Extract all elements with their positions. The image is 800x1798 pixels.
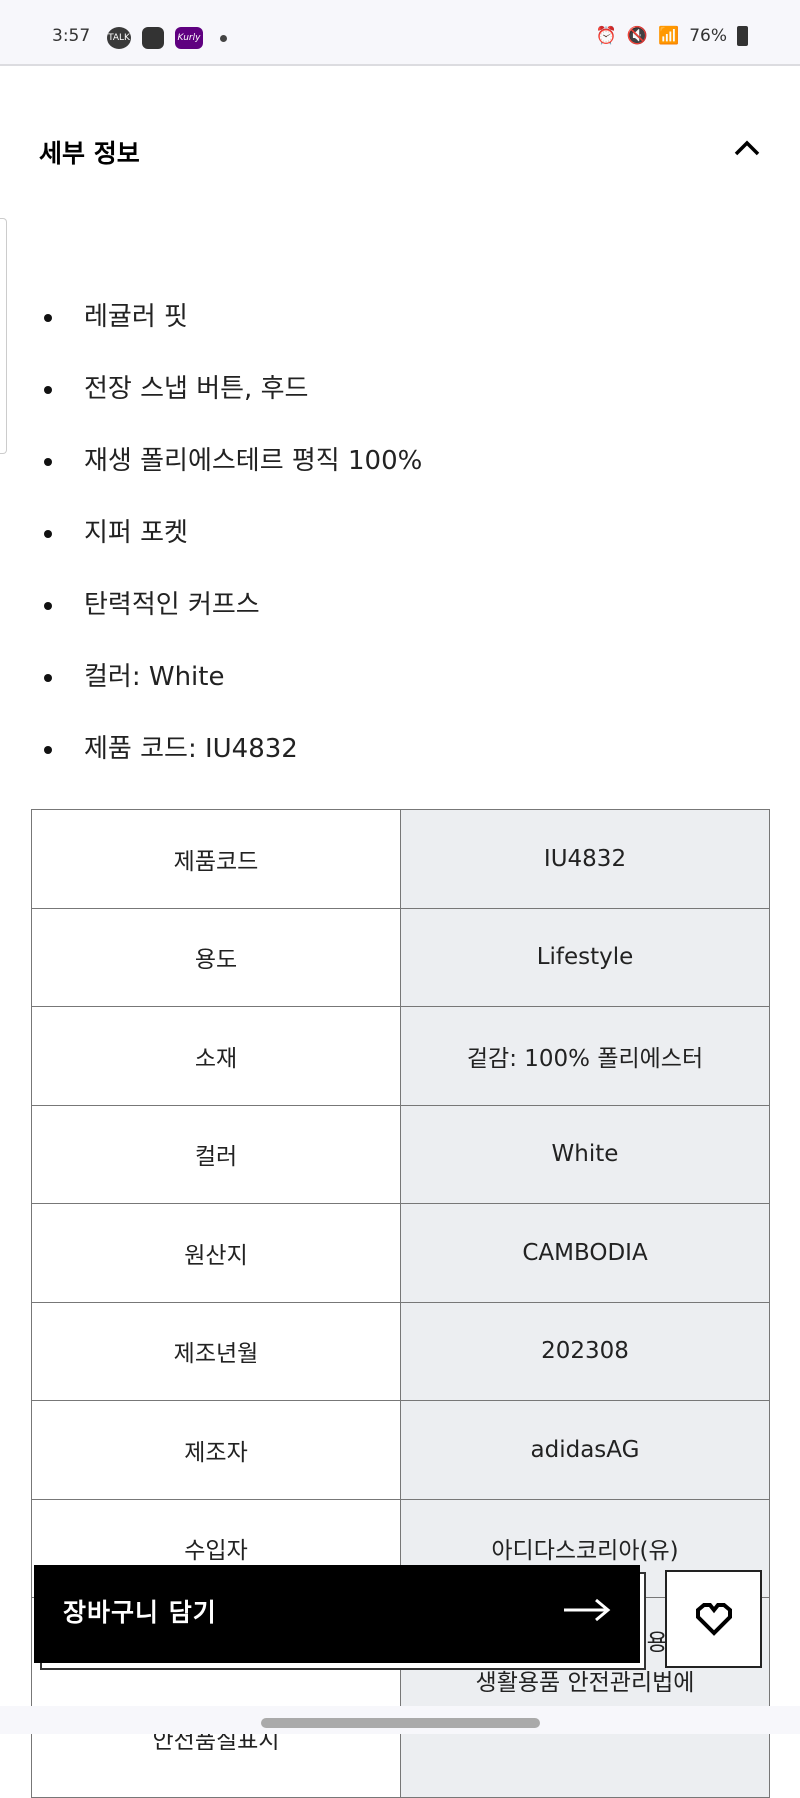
status-time: 3:57 bbox=[52, 26, 91, 46]
spec-label: 소재 bbox=[31, 1006, 401, 1106]
add-to-cart-label: 장바구니 담기 bbox=[63, 1598, 217, 1627]
section-title: 세부 정보 bbox=[39, 139, 140, 168]
list-item: 레귤러 핏 bbox=[44, 296, 188, 333]
spec-label: 컬러 bbox=[31, 1104, 401, 1204]
battery-icon bbox=[737, 26, 748, 46]
alarm-icon: ⏰ bbox=[595, 26, 617, 46]
list-item: 전장 스냅 버튼, 후드 bbox=[44, 368, 308, 405]
list-item: 지퍼 포켓 bbox=[44, 512, 188, 549]
spec-label: 용도 bbox=[31, 907, 401, 1007]
system-nav-bar bbox=[0, 1706, 800, 1734]
table-row: 컬러 White bbox=[31, 1104, 770, 1204]
wifi-icon: 📶 bbox=[658, 26, 680, 46]
spec-value: 202308 bbox=[400, 1301, 770, 1401]
table-row: 제품코드 IU4832 bbox=[31, 809, 770, 909]
table-row: 제조년월 202308 bbox=[31, 1301, 770, 1401]
list-item: 제품 코드: IU4832 bbox=[44, 728, 298, 765]
spec-label: 제조년월 bbox=[31, 1301, 401, 1401]
chevron-up-icon[interactable] bbox=[732, 134, 762, 164]
list-item: 탄력적인 커프스 bbox=[44, 584, 260, 621]
table-row: 제조자 adidasAG bbox=[31, 1400, 770, 1500]
arrow-right-icon bbox=[564, 1598, 611, 1622]
list-item: 재생 폴리에스테르 평직 100% bbox=[44, 440, 422, 477]
kakaotalk-icon: TALK bbox=[107, 27, 131, 49]
heart-icon bbox=[695, 1603, 732, 1636]
mute-icon: 🔇 bbox=[626, 26, 649, 46]
spec-value: CAMBODIA bbox=[400, 1203, 770, 1303]
spec-value: adidasAG bbox=[400, 1400, 770, 1500]
home-handle[interactable] bbox=[261, 1718, 540, 1728]
side-scroll-indicator[interactable] bbox=[0, 218, 7, 454]
battery-level: 76% bbox=[689, 26, 727, 46]
kurly-icon: Kurly bbox=[175, 27, 203, 49]
status-bar: 3:57 TALK Kurly ⏰ 🔇 📶 76% bbox=[0, 0, 800, 66]
spec-value: 겉감: 100% 폴리에스터 bbox=[400, 1006, 770, 1106]
wishlist-button[interactable] bbox=[665, 1570, 762, 1668]
table-row: 소재 겉감: 100% 폴리에스터 bbox=[31, 1006, 770, 1106]
spec-value: IU4832 bbox=[400, 809, 770, 909]
list-item: 컬러: White bbox=[44, 656, 224, 693]
system-status: ⏰ 🔇 📶 76% bbox=[596, 26, 748, 46]
table-row: 용도 Lifestyle bbox=[31, 907, 770, 1007]
spec-value: Lifestyle bbox=[400, 907, 770, 1007]
gallery-icon bbox=[142, 27, 164, 49]
table-row: 원산지 CAMBODIA bbox=[31, 1203, 770, 1303]
spec-label: 원산지 bbox=[31, 1203, 401, 1303]
spec-value: White bbox=[400, 1104, 770, 1204]
spec-label: 제품코드 bbox=[31, 809, 401, 909]
spec-label: 제조자 bbox=[31, 1400, 401, 1500]
add-to-cart-button[interactable]: 장바구니 담기 bbox=[34, 1565, 640, 1663]
dot-icon bbox=[220, 35, 227, 42]
